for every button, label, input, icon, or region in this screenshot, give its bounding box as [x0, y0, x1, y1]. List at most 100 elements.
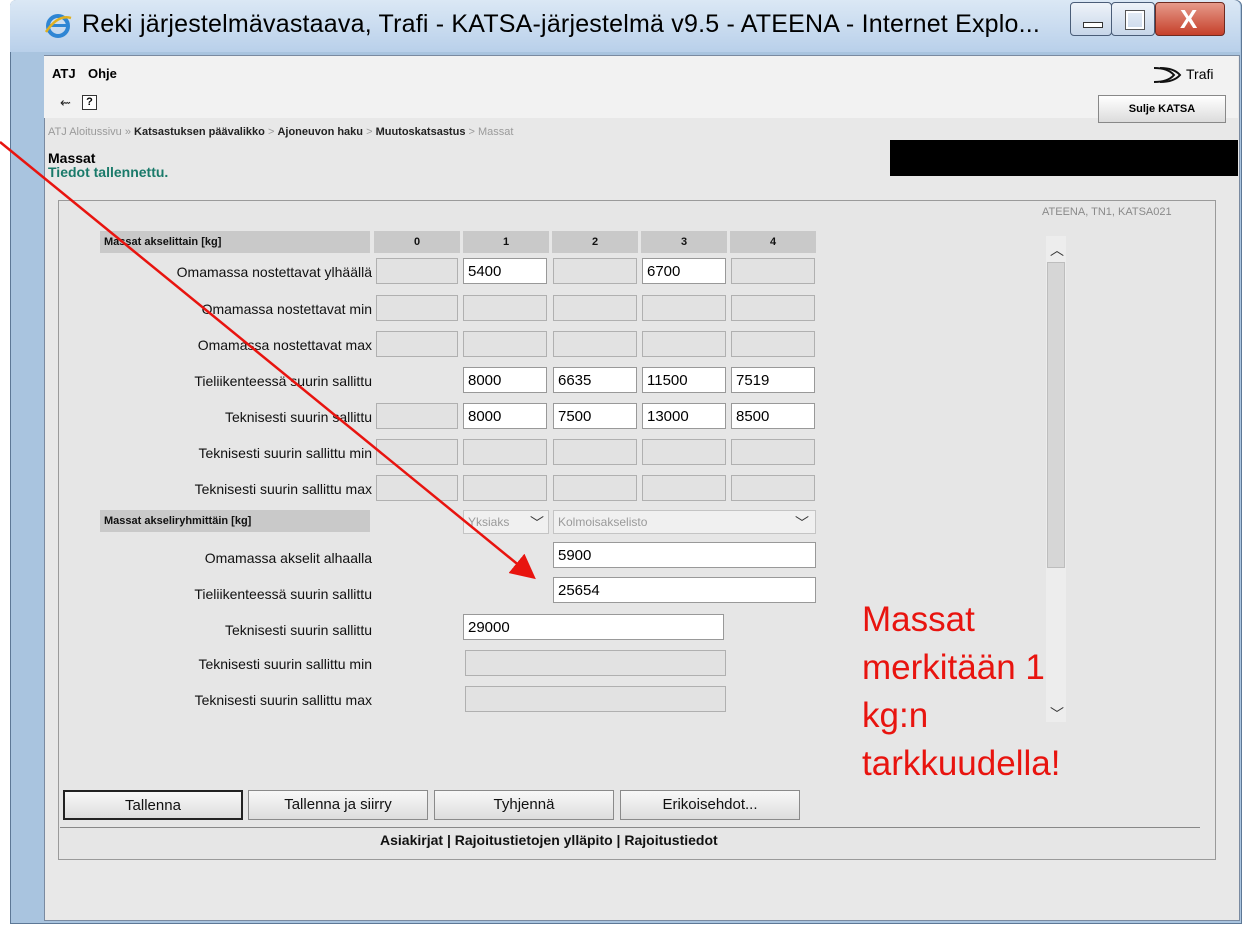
- axle-value-input[interactable]: [731, 367, 815, 393]
- group-value-input[interactable]: [553, 577, 816, 603]
- breadcrumb-massat: Massat: [478, 126, 514, 138]
- internet-explorer-icon: [44, 14, 72, 38]
- breadcrumb-separator: >: [366, 126, 373, 138]
- axle-value-input[interactable]: [731, 439, 815, 465]
- link-asiakirjat[interactable]: Asiakirjat: [380, 832, 443, 848]
- axle-value-input[interactable]: [642, 331, 726, 357]
- axle-value-input[interactable]: [463, 258, 547, 284]
- minimize-icon: [1083, 22, 1103, 28]
- axle-value-input[interactable]: [376, 331, 458, 357]
- row-label: Omamassa nostettavat min: [201, 301, 372, 317]
- help-icon[interactable]: ?: [82, 95, 97, 110]
- axle-value-input[interactable]: [463, 439, 547, 465]
- axle-value-input[interactable]: [642, 475, 726, 501]
- axle-value-input[interactable]: [463, 475, 547, 501]
- minimize-button[interactable]: [1070, 2, 1112, 36]
- row-label: Teknisesti suurin sallittu max: [194, 692, 372, 708]
- menu-bar: [44, 56, 1238, 92]
- axle-value-input[interactable]: [376, 295, 458, 321]
- axle-value-input[interactable]: [463, 367, 547, 393]
- breadcrumb-separator: »: [124, 126, 131, 138]
- chevron-down-icon: ﹀: [795, 515, 809, 531]
- axle-value-input[interactable]: [731, 403, 815, 429]
- axle-column-header: 1: [463, 231, 549, 253]
- breadcrumb: ATJ Aloitussivu » Katsastuksen päävalikk…: [48, 126, 513, 138]
- axle-value-input[interactable]: [642, 439, 726, 465]
- session-info: ATEENA, TN1, KATSA021: [1042, 206, 1172, 218]
- axle-value-input[interactable]: [376, 403, 458, 429]
- axle-value-input[interactable]: [642, 403, 726, 429]
- annotation-line: kg:n: [862, 696, 929, 735]
- row-label: Teknisesti suurin sallittu: [224, 622, 372, 638]
- back-icon[interactable]: ⇜: [60, 95, 71, 111]
- save-and-go-button[interactable]: Tallenna ja siirry: [248, 790, 428, 820]
- breadcrumb-muutoskatsastus[interactable]: Muutoskatsastus: [376, 126, 466, 138]
- axle-value-input[interactable]: [463, 295, 547, 321]
- axle-value-input[interactable]: [463, 403, 547, 429]
- axle-value-input[interactable]: [553, 367, 637, 393]
- group-value-input[interactable]: [553, 542, 816, 568]
- axle-value-input[interactable]: [642, 367, 726, 393]
- axle-value-input[interactable]: [553, 403, 637, 429]
- axle-column-header: 4: [730, 231, 816, 253]
- axle-value-input[interactable]: [731, 258, 815, 284]
- chevron-down-icon: ﹀: [530, 515, 544, 531]
- close-window-button[interactable]: X: [1155, 2, 1225, 36]
- axle-value-input[interactable]: [731, 475, 815, 501]
- group-value-input[interactable]: [465, 650, 726, 676]
- breadcrumb-katsastuksen-paavalikko[interactable]: Katsastuksen päävalikko: [134, 126, 265, 138]
- row-label: Omamassa akselit alhaalla: [204, 550, 372, 566]
- axle-group-select[interactable]: Kolmoisakselisto ﹀: [553, 510, 816, 534]
- footer-separator: |: [446, 832, 451, 848]
- trafi-logo-icon: [1153, 67, 1182, 83]
- link-rajoitustiedot[interactable]: Rajoitustiedot: [624, 832, 717, 848]
- axle-value-input[interactable]: [642, 258, 726, 284]
- row-label: Omamassa nostettavat ylhäällä: [176, 264, 372, 280]
- row-label: Omamassa nostettavat max: [197, 337, 372, 353]
- scrollbar-thumb[interactable]: [1047, 262, 1065, 568]
- window-title: Reki järjestelmävastaava, Trafi - KATSA-…: [82, 10, 1041, 38]
- divider: [60, 827, 1200, 828]
- axle-value-input[interactable]: [553, 439, 637, 465]
- redacted-box: [890, 140, 1238, 176]
- footer-links: Asiakirjat | Rajoitustietojen ylläpito |…: [380, 832, 718, 848]
- axle-value-input[interactable]: [553, 475, 637, 501]
- axle-value-input[interactable]: [642, 295, 726, 321]
- save-button[interactable]: Tallenna: [63, 790, 243, 820]
- special-conditions-button[interactable]: Erikoisehdot...: [620, 790, 800, 820]
- axle-column-header: 2: [552, 231, 638, 253]
- axle-value-input[interactable]: [463, 331, 547, 357]
- axle-value-input[interactable]: [553, 258, 637, 284]
- axle-type-select[interactable]: Yksiaks ﹀: [463, 510, 549, 534]
- group-value-input[interactable]: [465, 686, 726, 712]
- axle-group-value: Kolmoisakselisto: [558, 515, 648, 529]
- row-label: Tieliikenteessä suurin sallittu: [194, 586, 372, 602]
- breadcrumb-separator: >: [468, 126, 475, 138]
- breadcrumb-atj-aloitussivu[interactable]: ATJ Aloitussivu: [48, 126, 122, 138]
- footer-separator: |: [616, 832, 621, 848]
- menu-ohje[interactable]: Ohje: [88, 66, 117, 81]
- axle-value-input[interactable]: [376, 258, 458, 284]
- axle-value-input[interactable]: [731, 295, 815, 321]
- axle-value-input[interactable]: [376, 475, 458, 501]
- axle-column-header: 0: [374, 231, 460, 253]
- axle-value-input[interactable]: [553, 295, 637, 321]
- maximize-icon: [1125, 10, 1145, 30]
- axle-column-header: 3: [641, 231, 727, 253]
- link-rajoitustietojen-yllapito[interactable]: Rajoitustietojen ylläpito: [455, 832, 613, 848]
- axle-value-input[interactable]: [731, 331, 815, 357]
- menu-atj[interactable]: ATJ: [52, 66, 76, 81]
- scroll-up-icon[interactable]: ︿: [1050, 240, 1064, 260]
- axle-value-input[interactable]: [553, 331, 637, 357]
- axle-table-header: Massat akselittain [kg]: [100, 231, 370, 253]
- maximize-button[interactable]: [1111, 2, 1155, 36]
- annotation-line: tarkkuudella!: [862, 744, 1061, 783]
- row-label: Teknisesti suurin sallittu min: [198, 656, 372, 672]
- close-katsa-button[interactable]: Sulje KATSA: [1098, 95, 1226, 123]
- axle-value-input[interactable]: [376, 439, 458, 465]
- toolbar: [44, 92, 1238, 118]
- breadcrumb-ajoneuvon-haku[interactable]: Ajoneuvon haku: [277, 126, 363, 138]
- group-value-input[interactable]: [463, 614, 724, 640]
- clear-button[interactable]: Tyhjennä: [434, 790, 614, 820]
- annotation-line: merkitään 1: [862, 648, 1045, 687]
